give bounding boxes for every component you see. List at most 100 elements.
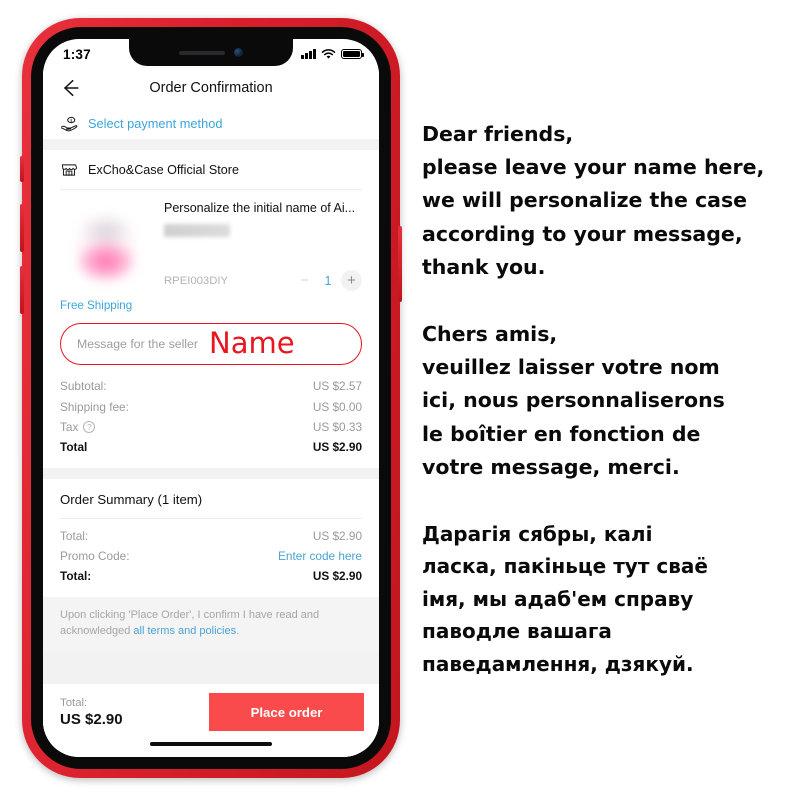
volume-down-button[interactable] (20, 266, 24, 314)
fee-label: Tax (60, 419, 79, 434)
summary-label: Promo Code: (60, 549, 130, 564)
fee-row-total: Total US $2.90 (60, 437, 362, 457)
select-payment-method-label: Select payment method (88, 115, 223, 131)
quantity-increase-button[interactable]: + (341, 270, 362, 291)
section-gap (43, 139, 379, 150)
app-container: Order Confirmation $ Select payment meth… (43, 69, 379, 757)
product-thumbnail[interactable] (60, 201, 152, 293)
checkout-bar: Total: US $2.90 Place order (43, 684, 379, 731)
terms-text-after: . (236, 625, 240, 638)
note-line: veuillez laisser votre nom (422, 355, 720, 380)
note-belarusian: Дарагія сябры, калі ласка, пакіньце тут … (422, 518, 792, 680)
battery-full-icon (341, 48, 364, 60)
note-line: Дарагія сябры, калі (422, 522, 653, 547)
fees-list: Subtotal: US $2.57 Shipping fee: US $0.0… (43, 370, 379, 468)
phone-mockup: 1:37 Order Confirmation $ Select payment… (20, 18, 402, 778)
free-shipping-badge: Free Shipping (60, 299, 133, 312)
summary-label: Total: (60, 569, 92, 584)
summary-label: Total: (60, 528, 89, 543)
note-line: we will personalize the case (422, 188, 748, 213)
signal-bars-icon (301, 49, 316, 59)
note-line: паведамлення, дзякуй. (422, 651, 694, 676)
summary-row-total: Total: US $2.90 (60, 526, 362, 546)
note-line: імя, мы адаб'ем справу (422, 586, 694, 611)
place-order-button[interactable]: Place order (209, 693, 364, 731)
note-line: according to your message, (422, 221, 743, 246)
order-summary-divider (60, 517, 362, 519)
phone-notch (129, 39, 293, 66)
fee-value: US $2.90 (312, 440, 362, 455)
checkout-total-value: US $2.90 (60, 710, 123, 728)
note-line: le boîtier en fonction de (422, 421, 701, 446)
note-line: ici, nous personnaliserons (422, 388, 725, 413)
terms-notice: Upon clicking 'Place Order', I confirm I… (43, 596, 379, 651)
fee-value: US $2.57 (312, 379, 362, 394)
fee-label-tax: Tax ? (60, 419, 96, 434)
summary-value: US $2.90 (312, 528, 362, 543)
note-line: ласка, пакіньце тут сваё (422, 554, 708, 579)
order-summary-title: Order Summary (1 item) (60, 491, 203, 507)
svg-text:$: $ (70, 117, 73, 123)
note-english: Dear friends, please leave your name her… (422, 118, 792, 284)
fee-label: Subtotal: (60, 379, 107, 394)
product-sku: RPEI003DIY (164, 274, 229, 287)
page-root: 1:37 Order Confirmation $ Select payment… (0, 0, 800, 800)
home-indicator-area (43, 731, 379, 757)
instruction-notes: Dear friends, please leave your name her… (422, 118, 792, 680)
volume-up-button[interactable] (20, 204, 24, 252)
product-thumbnail-blurred (60, 201, 152, 293)
home-indicator[interactable] (150, 741, 272, 747)
status-bar-indicators (301, 48, 364, 60)
status-bar-time: 1:37 (63, 46, 91, 62)
note-line: votre message, merci. (422, 454, 680, 479)
order-scroll-area[interactable]: ExCho&Case Official Store Personalize th… (43, 150, 379, 684)
select-payment-method-row[interactable]: $ Select payment method (43, 107, 379, 139)
order-summary-card: Order Summary (1 item) Total: US $2.90 P… (43, 478, 379, 597)
phone-screen: 1:37 Order Confirmation $ Select payment… (43, 39, 379, 757)
silent-switch[interactable] (20, 156, 24, 182)
note-line: Chers amis, (422, 322, 558, 347)
product-variant-blurred (164, 223, 230, 237)
wifi-icon (321, 48, 336, 59)
note-french: Chers amis, veuillez laisser votre nom i… (422, 318, 792, 484)
fee-row-subtotal: Subtotal: US $2.57 (60, 376, 362, 396)
note-line: please leave your name here, (422, 155, 765, 180)
question-mark-icon[interactable]: ? (83, 420, 96, 433)
product-bottom-row: RPEI003DIY − 1 + (164, 270, 362, 293)
quantity-stepper[interactable]: − 1 + (294, 270, 362, 291)
storefront-icon (61, 164, 77, 176)
message-for-seller-field[interactable]: Message for the seller Name (60, 323, 362, 365)
product-row[interactable]: Personalize the initial name of Ai... RP… (43, 190, 379, 293)
front-camera-icon (234, 48, 243, 57)
summary-row-grand-total: Total: US $2.90 (60, 566, 362, 586)
note-line: паводле вашага (422, 619, 612, 644)
fee-label: Shipping fee: (60, 399, 129, 414)
fee-value: US $0.00 (312, 399, 362, 414)
navigation-bar: Order Confirmation (43, 69, 379, 107)
name-annotation: Name (209, 325, 295, 360)
note-line: thank you. (422, 254, 546, 279)
checkout-total-label: Total: (60, 696, 88, 709)
promo-code-link[interactable]: Enter code here (278, 549, 362, 563)
store-name: ExCho&Case Official Store (88, 163, 239, 177)
page-title: Order Confirmation (149, 80, 273, 96)
store-product-card: ExCho&Case Official Store Personalize th… (43, 150, 379, 468)
message-placeholder: Message for the seller (77, 337, 198, 351)
product-title: Personalize the initial name of Ai... (164, 201, 356, 215)
fee-row-shipping: Shipping fee: US $0.00 (60, 396, 362, 416)
back-arrow-icon[interactable] (59, 77, 81, 99)
earpiece-speaker-icon (179, 50, 225, 55)
checkout-total: Total: US $2.90 (60, 697, 123, 728)
fee-value: US $0.33 (312, 419, 362, 434)
fee-label: Total (60, 440, 88, 455)
product-info: Personalize the initial name of Ai... RP… (164, 201, 362, 293)
quantity-decrease-button[interactable]: − (294, 270, 315, 291)
power-button[interactable] (398, 226, 402, 302)
summary-row-promo[interactable]: Promo Code: Enter code here (60, 546, 362, 566)
note-line: Dear friends, (422, 122, 574, 146)
terms-and-policies-link[interactable]: all terms and policies (133, 625, 236, 637)
hand-holding-money-icon: $ (61, 116, 78, 131)
fee-row-tax: Tax ? US $0.33 (60, 417, 362, 437)
store-row[interactable]: ExCho&Case Official Store (43, 150, 379, 189)
quantity-value: 1 (324, 273, 332, 288)
